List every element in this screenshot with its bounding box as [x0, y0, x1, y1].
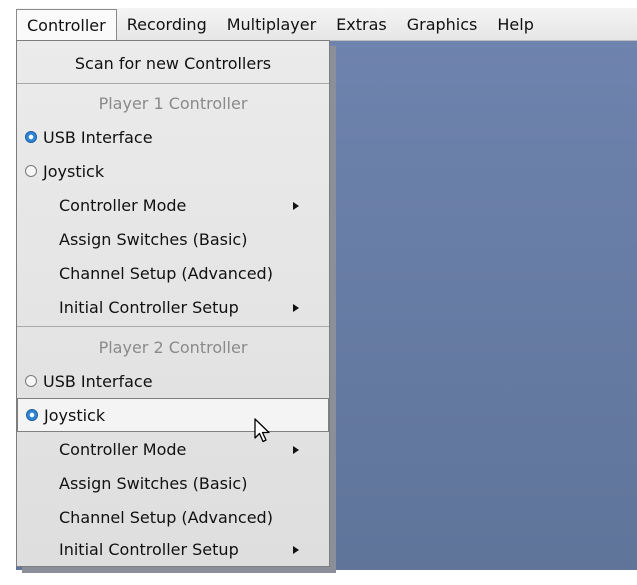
menu-controller[interactable]: Controller — [16, 9, 117, 40]
submenu-arrow-icon — [293, 304, 299, 312]
player2-initial-setup-item[interactable]: Initial Controller Setup — [17, 533, 329, 567]
submenu-arrow-icon — [293, 202, 299, 210]
player1-controller-mode-label: Controller Mode — [59, 196, 187, 215]
player2-assign-switches-label: Assign Switches (Basic) — [59, 474, 248, 493]
player2-joystick-label: Joystick — [44, 406, 106, 425]
player1-assign-switches-label: Assign Switches (Basic) — [59, 230, 248, 249]
player2-channel-setup-label: Channel Setup (Advanced) — [59, 508, 273, 527]
scan-controllers-label: Scan for new Controllers — [74, 54, 272, 73]
menu-graphics[interactable]: Graphics — [397, 8, 488, 40]
menu-help[interactable]: Help — [487, 8, 543, 40]
menu-separator — [17, 83, 329, 84]
menu-bar: Controller Recording Multiplayer Extras … — [16, 8, 637, 41]
player1-assign-switches-item[interactable]: Assign Switches (Basic) — [17, 223, 329, 257]
radio-checked-icon — [25, 131, 37, 143]
player1-channel-setup-label: Channel Setup (Advanced) — [59, 264, 273, 283]
player1-usb-interface-label: USB Interface — [43, 128, 153, 147]
player2-usb-interface-label: USB Interface — [43, 372, 153, 391]
player2-assign-switches-item[interactable]: Assign Switches (Basic) — [17, 467, 329, 501]
player2-usb-interface-item[interactable]: USB Interface — [17, 365, 329, 399]
submenu-arrow-icon — [293, 546, 299, 554]
scan-controllers-item[interactable]: Scan for new Controllers — [17, 47, 329, 81]
player2-header-label: Player 2 Controller — [98, 338, 248, 357]
player1-header-label: Player 1 Controller — [98, 94, 248, 113]
radio-unchecked-icon — [25, 375, 37, 387]
player1-initial-setup-label: Initial Controller Setup — [59, 298, 239, 317]
player1-usb-interface-item[interactable]: USB Interface — [17, 121, 329, 155]
player2-initial-setup-label: Initial Controller Setup — [59, 540, 239, 559]
player1-channel-setup-item[interactable]: Channel Setup (Advanced) — [17, 257, 329, 291]
player2-header: Player 2 Controller — [17, 331, 329, 365]
menu-separator — [17, 326, 329, 327]
player1-controller-mode-item[interactable]: Controller Mode — [17, 189, 329, 223]
player1-joystick-item[interactable]: Joystick — [17, 155, 329, 189]
radio-checked-icon — [26, 409, 38, 421]
screen-top-border — [0, 0, 637, 8]
player1-header: Player 1 Controller — [17, 87, 329, 121]
controller-dropdown-menu: Scan for new Controllers Player 1 Contro… — [16, 40, 330, 567]
radio-unchecked-icon — [25, 165, 37, 177]
submenu-arrow-icon — [293, 446, 299, 454]
player2-joystick-item[interactable]: Joystick — [17, 398, 329, 432]
menu-extras[interactable]: Extras — [326, 8, 397, 40]
screen-bottom-border — [0, 570, 637, 585]
player2-channel-setup-item[interactable]: Channel Setup (Advanced) — [17, 501, 329, 535]
mouse-pointer-icon — [254, 418, 270, 443]
menu-multiplayer[interactable]: Multiplayer — [217, 8, 326, 40]
screen-left-border — [0, 0, 16, 585]
menu-recording[interactable]: Recording — [117, 8, 217, 40]
player1-joystick-label: Joystick — [43, 162, 105, 181]
player1-initial-setup-item[interactable]: Initial Controller Setup — [17, 291, 329, 325]
player2-controller-mode-label: Controller Mode — [59, 440, 187, 459]
player2-controller-mode-item[interactable]: Controller Mode — [17, 433, 329, 467]
